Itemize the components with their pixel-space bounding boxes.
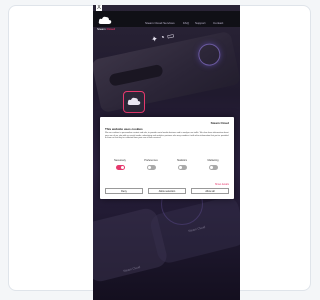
toggle-marketing[interactable]: Marketing [198,159,228,179]
dialog-brand: Steam Cloud [210,121,229,125]
cloud-logo-icon[interactable] [98,15,112,25]
nav-item-services[interactable]: Steam Cloud Services [145,21,175,25]
toggle-necessary[interactable]: Necessary [105,159,135,179]
allow-all-button[interactable]: Allow all [191,188,229,194]
dialog-body-text: We use cookies to personalise content an… [105,132,229,140]
cloud-icon [123,91,145,113]
allow-selection-button[interactable]: Allow selection [148,188,186,194]
close-icon[interactable]: X [96,5,102,11]
toggle-switch[interactable] [177,165,187,170]
mobile-screenshot: ✦ ◔ ▭ Steam Cloud Steam Cloud Services F… [93,5,240,300]
dialog-buttons: Deny Allow selection Allow all [105,188,229,195]
nav-item-faq[interactable]: FAQ [183,21,189,25]
deny-button[interactable]: Deny [105,188,143,194]
site-header: Steam Cloud Steam Cloud Services FAQ Sup… [93,11,240,31]
toggle-switch[interactable] [208,165,218,170]
nav-item-contact[interactable]: Contact [213,21,223,25]
toggle-switch[interactable] [115,165,125,170]
show-details-link[interactable]: Show details [215,183,229,186]
toggle-switch[interactable] [146,165,156,170]
cookie-consent-dialog: Steam Cloud This website uses cookies We… [100,117,234,199]
consent-toggles: Necessary Preferences Statistics Marketi… [105,159,229,179]
dialog-title: This website uses cookies [105,127,143,131]
hero-device-image [93,30,240,114]
toggle-preferences[interactable]: Preferences [136,159,166,179]
brand-logo[interactable]: Steam Cloud [97,27,115,31]
nav-item-support[interactable]: Support [195,21,206,25]
toggle-statistics[interactable]: Statistics [167,159,197,179]
